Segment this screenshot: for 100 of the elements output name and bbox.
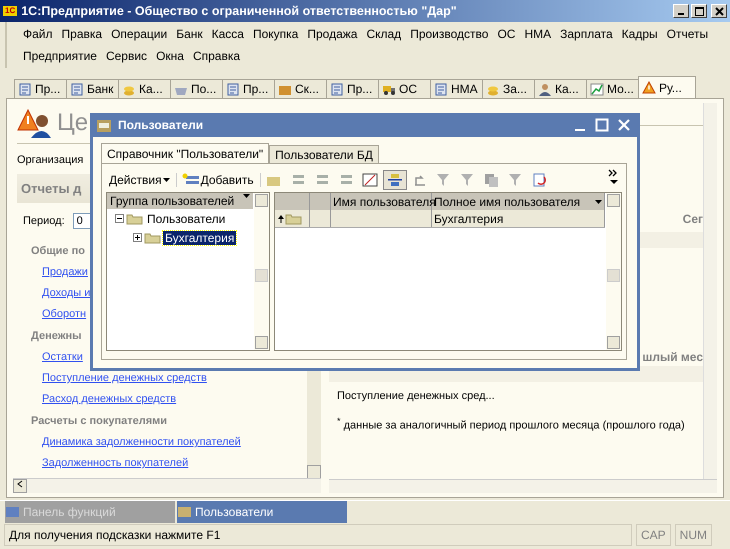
add-list-icon: [182, 173, 200, 187]
menu-item[interactable]: Правка: [58, 27, 108, 41]
menu-item[interactable]: ОС: [493, 27, 520, 41]
expander-icon[interactable]: [133, 233, 142, 242]
menu-item[interactable]: Предприятие: [19, 49, 102, 63]
report-link[interactable]: Динамика задолженности покупателей: [42, 436, 241, 448]
scroll-left-button[interactable]: [13, 479, 27, 493]
tree-item[interactable]: Бухгалтерия: [163, 230, 236, 244]
report-link[interactable]: Оборотн: [42, 308, 86, 320]
group-title: Общие по: [31, 245, 85, 257]
section-tab[interactable]: НМА: [430, 79, 483, 98]
status-hint: Для получения подсказки нажмите F1: [4, 524, 632, 546]
minimize-button[interactable]: [673, 4, 689, 18]
section-tab[interactable]: Ру...: [638, 76, 696, 98]
tree-item[interactable]: Пользователи: [145, 212, 228, 226]
document-icon: [226, 82, 240, 96]
menu-item[interactable]: Справка: [188, 49, 246, 63]
scroll-down-button[interactable]: [607, 336, 620, 349]
document-icon: [18, 82, 32, 96]
menu-item[interactable]: Производство: [406, 27, 494, 41]
vertical-scrollbar[interactable]: [703, 103, 717, 479]
section-tab[interactable]: По...: [170, 79, 223, 98]
column-label: Сег: [682, 212, 703, 226]
close-icon: [714, 6, 724, 16]
section-tab[interactable]: Ка...: [118, 79, 171, 98]
menu-item[interactable]: НМА: [520, 27, 556, 41]
footnote: $^{*}$ данные за аналогичный период прошлого месяца (прошлого года): [336, 415, 686, 432]
document-icon: [434, 82, 448, 96]
period-label: Период:: [23, 215, 65, 227]
scroll-up-button[interactable]: [607, 194, 620, 207]
person-icon: [538, 82, 552, 96]
cabinet-icon: [95, 117, 113, 133]
maximize-button[interactable]: [691, 4, 707, 18]
folder-icon: [126, 212, 143, 224]
report-link[interactable]: Доходы и: [42, 287, 90, 299]
report-link[interactable]: Остатки: [42, 351, 83, 363]
scroll-thumb[interactable]: [607, 269, 620, 282]
panel-heading: Це: [57, 109, 88, 137]
dialog-tab[interactable]: Пользователи БД: [269, 145, 379, 163]
menu-item[interactable]: Сервис: [102, 49, 152, 63]
menu-item[interactable]: Касса: [208, 27, 249, 41]
actions-menu-button[interactable]: Действия: [106, 173, 177, 187]
section-tab[interactable]: Пр...: [14, 79, 67, 98]
status-indicator: CAP: [636, 524, 671, 546]
more-tools-icon[interactable]: [608, 168, 620, 186]
report-link[interactable]: Задолженность покупателей: [42, 457, 188, 469]
caret-icon: [243, 194, 250, 198]
caret-icon: [162, 178, 170, 182]
menu-item[interactable]: Банк: [172, 27, 208, 41]
minimize-icon: [678, 13, 684, 15]
menu-item[interactable]: Кадры: [618, 27, 663, 41]
status-indicator: NUM: [674, 524, 712, 546]
document-icon: [330, 82, 344, 96]
warning-icon: [642, 81, 656, 94]
folder-icon: [144, 232, 161, 244]
report-link[interactable]: Продажи: [42, 266, 88, 278]
scroll-down-button[interactable]: [307, 465, 321, 479]
report-row-text: Поступление денежных сред...: [336, 389, 496, 402]
scroll-up-button[interactable]: [255, 194, 268, 207]
menu-item[interactable]: Отчеты: [662, 27, 714, 41]
section-tab[interactable]: Мо...: [586, 79, 639, 98]
taskbar-button[interactable]: Пользователи: [177, 501, 347, 523]
group-title: Расчеты с покупателями: [31, 415, 168, 427]
chart-icon: [590, 82, 604, 96]
menu-item[interactable]: Окна: [152, 49, 189, 63]
expander-icon[interactable]: [115, 214, 124, 223]
window-icon: [177, 505, 193, 519]
group-title: Денежны: [31, 330, 82, 342]
dialog-tab[interactable]: Справочник "Пользователи": [101, 143, 270, 163]
menu-item[interactable]: Файл: [19, 27, 58, 41]
report-link[interactable]: Поступление денежных средств: [42, 372, 207, 384]
add-button[interactable]: Добавить: [178, 173, 261, 187]
scroll-thumb[interactable]: [255, 269, 268, 282]
up-arrow-icon: [277, 214, 285, 224]
horizontal-scrollbar[interactable]: [329, 479, 717, 493]
menu-item[interactable]: Продажа: [303, 27, 362, 41]
maximize-icon: [694, 6, 704, 16]
section-tab[interactable]: Пр...: [222, 79, 275, 98]
app-logo: 1С: [3, 6, 18, 16]
organization-label: Организация: [17, 153, 84, 168]
menu-item[interactable]: Склад: [362, 27, 406, 41]
scroll-down-button[interactable]: [255, 336, 268, 349]
warning-person-icon: [17, 108, 51, 138]
folder-icon: [285, 212, 302, 224]
window-title: 1С:Предприятие - Общество с ограниченной ответственностью "Дар": [21, 4, 458, 18]
window-icon: [5, 505, 21, 519]
column-header[interactable]: Группа пользователей: [107, 193, 253, 209]
close-button[interactable]: [711, 4, 727, 18]
section-tab[interactable]: Ка...: [534, 79, 587, 98]
report-link[interactable]: Расход денежных средств: [42, 393, 176, 405]
section-tab[interactable]: Банк: [66, 79, 119, 98]
menu-item[interactable]: Зарплата: [556, 27, 618, 41]
menu-item[interactable]: Покупка: [248, 27, 304, 41]
menu-item[interactable]: Операции: [107, 27, 172, 41]
section-tab[interactable]: За...: [482, 79, 535, 98]
section-tab[interactable]: Пр...: [326, 79, 379, 98]
dialog-title: Пользователи: [118, 118, 204, 132]
section-header: шлый мес: [642, 350, 703, 364]
section-tab[interactable]: ОС: [378, 79, 431, 98]
section-tab[interactable]: Ск...: [274, 79, 327, 98]
